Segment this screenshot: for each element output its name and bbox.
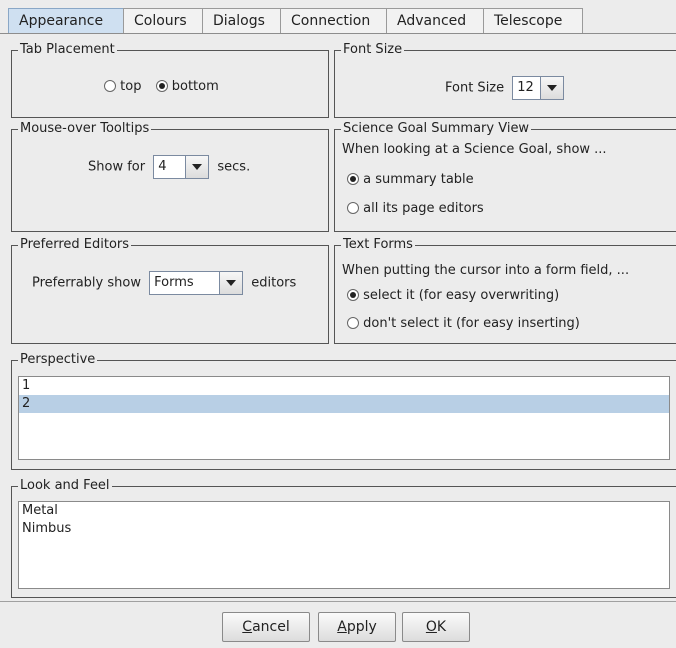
editor-type-combo[interactable]: Forms bbox=[149, 271, 244, 295]
tab-placement-group: Tab Placement top bottom bbox=[11, 42, 329, 118]
preferred-editors-row: Preferrably show Forms editors bbox=[32, 271, 296, 295]
group-title: Font Size bbox=[341, 42, 405, 58]
font-size-label: Font Size bbox=[445, 80, 505, 96]
group-title: Perspective bbox=[18, 352, 98, 368]
radio-summary-table[interactable]: a summary table bbox=[347, 172, 474, 187]
tab-divider bbox=[0, 33, 676, 34]
radio-icon bbox=[104, 80, 116, 92]
ok-button[interactable]: OK bbox=[402, 612, 470, 642]
radio-selected-icon bbox=[155, 80, 168, 92]
combo-value: Forms bbox=[154, 275, 194, 290]
list-item[interactable]: Nimbus bbox=[19, 520, 669, 538]
perspective-group: Perspective 1 2 bbox=[11, 352, 676, 470]
tab-label: Dialogs bbox=[213, 13, 265, 29]
chevron-down-icon[interactable] bbox=[185, 156, 209, 178]
group-title: Text Forms bbox=[341, 237, 415, 253]
radio-icon bbox=[347, 317, 359, 329]
button-label: ancel bbox=[252, 619, 290, 635]
radio-bottom[interactable]: bottom bbox=[155, 79, 219, 94]
look-and-feel-list[interactable]: Metal Nimbus bbox=[18, 501, 670, 589]
perspective-list[interactable]: 1 2 bbox=[18, 376, 670, 460]
radio-label: all its page editors bbox=[363, 201, 484, 216]
list-item[interactable]: Metal bbox=[19, 502, 669, 520]
combo-value: 12 bbox=[517, 80, 534, 95]
tab-label: Colours bbox=[134, 13, 187, 29]
combo-value: 4 bbox=[158, 159, 167, 174]
mnemonic: A bbox=[337, 619, 347, 635]
mnemonic: C bbox=[242, 619, 253, 635]
text-forms-group: Text Forms When putting the cursor into … bbox=[334, 237, 676, 344]
preferred-editors-suffix: editors bbox=[251, 275, 297, 291]
tab-appearance[interactable]: Appearance bbox=[8, 8, 124, 34]
font-size-group: Font Size Font Size 12 bbox=[334, 42, 676, 118]
preferred-editors-group: Preferred Editors Preferrably show Forms… bbox=[11, 237, 329, 344]
group-title: Science Goal Summary View bbox=[341, 121, 532, 137]
radio-label: don't select it (for easy inserting) bbox=[363, 316, 580, 331]
button-label: K bbox=[436, 619, 447, 635]
radio-icon bbox=[347, 202, 359, 214]
science-goal-group: Science Goal Summary View When looking a… bbox=[334, 121, 676, 232]
tab-placement-options: top bottom bbox=[104, 79, 219, 94]
group-title: Look and Feel bbox=[18, 478, 112, 494]
radio-label: select it (for easy overwriting) bbox=[363, 288, 560, 303]
preferred-editors-prefix: Preferrably show bbox=[32, 275, 141, 291]
radio-label: top bbox=[120, 79, 142, 94]
radio-label: bottom bbox=[171, 79, 219, 94]
radio-select-it[interactable]: select it (for easy overwriting) bbox=[347, 288, 559, 303]
science-goal-prompt: When looking at a Science Goal, show ... bbox=[342, 142, 607, 157]
mnemonic: O bbox=[425, 619, 437, 635]
text-forms-prompt: When putting the cursor into a form fiel… bbox=[342, 263, 630, 278]
tooltips-suffix: secs. bbox=[217, 159, 251, 175]
list-item[interactable]: 1 bbox=[19, 377, 669, 395]
font-size-row: Font Size 12 bbox=[445, 76, 565, 100]
button-label: pply bbox=[346, 619, 377, 635]
tab-advanced[interactable]: Advanced bbox=[386, 8, 484, 34]
tooltips-row: Show for 4 secs. bbox=[88, 155, 250, 179]
tab-telescope[interactable]: Telescope bbox=[483, 8, 583, 34]
radio-label: a summary table bbox=[363, 172, 474, 187]
tab-bar: Appearance Colours Dialogs Connection Ad… bbox=[0, 0, 676, 34]
chevron-down-icon[interactable] bbox=[540, 77, 564, 99]
tab-connection[interactable]: Connection bbox=[280, 8, 387, 34]
tooltip-seconds-combo[interactable]: 4 bbox=[153, 155, 210, 179]
look-and-feel-group: Look and Feel Metal Nimbus bbox=[11, 478, 676, 598]
chevron-down-icon[interactable] bbox=[219, 272, 243, 294]
font-size-combo[interactable]: 12 bbox=[512, 76, 565, 100]
radio-top[interactable]: top bbox=[104, 79, 141, 94]
radio-page-editors[interactable]: all its page editors bbox=[347, 201, 484, 216]
tab-label: Telescope bbox=[494, 13, 563, 29]
radio-dont-select[interactable]: don't select it (for easy inserting) bbox=[347, 316, 580, 331]
group-title: Mouse-over Tooltips bbox=[18, 121, 152, 137]
tab-label: Advanced bbox=[397, 13, 467, 29]
tooltips-group: Mouse-over Tooltips Show for 4 secs. bbox=[11, 121, 329, 232]
radio-selected-icon bbox=[347, 289, 359, 301]
tab-colours[interactable]: Colours bbox=[123, 8, 203, 34]
tab-label: Appearance bbox=[19, 13, 104, 29]
tab-dialogs[interactable]: Dialogs bbox=[202, 8, 281, 34]
group-title: Preferred Editors bbox=[18, 237, 132, 253]
cancel-button[interactable]: Cancel bbox=[222, 612, 310, 642]
group-title: Tab Placement bbox=[18, 42, 117, 58]
apply-button[interactable]: Apply bbox=[318, 612, 396, 642]
radio-selected-icon bbox=[347, 173, 359, 185]
tooltips-prefix: Show for bbox=[88, 159, 146, 175]
list-item-selected[interactable]: 2 bbox=[19, 395, 669, 413]
button-separator bbox=[0, 601, 676, 602]
tab-label: Connection bbox=[291, 13, 371, 29]
